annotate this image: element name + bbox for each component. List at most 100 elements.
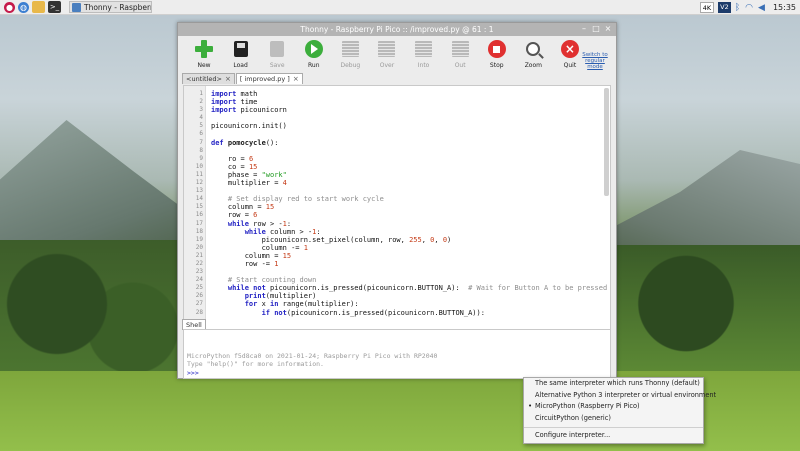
shell-panel[interactable]: MicroPython f5d8ca0 on 2021-01-24; Raspb… [183, 329, 611, 379]
code-line[interactable]: 9 ro = 6 [184, 155, 610, 163]
code-text: print(multiplier) [244, 292, 317, 301]
line-number: 1 [199, 90, 203, 97]
tab-untitled[interactable]: <untitled> × [182, 73, 235, 84]
zoom-label: Zoom [524, 62, 542, 69]
volume-icon[interactable]: ◀ [758, 3, 765, 13]
run-button[interactable]: Run [296, 39, 332, 69]
code-line[interactable]: 15 column = 15 [184, 203, 610, 211]
raspberry-menu-icon[interactable]: ● [4, 1, 15, 13]
save-button[interactable]: Save [259, 39, 295, 69]
thonny-app-icon [72, 2, 81, 12]
minimize-button[interactable]: – [579, 24, 589, 34]
code-line[interactable]: 18 while column > -1: [184, 228, 610, 236]
code-line[interactable]: 28 if not(picounicorn.is_pressed(picouni… [184, 309, 610, 317]
file-manager-icon[interactable] [32, 1, 45, 13]
wifi-icon[interactable]: ◠ [745, 3, 753, 13]
menu-separator [524, 427, 703, 428]
code-line[interactable]: 7 def pomocycle(): [184, 139, 610, 147]
code-editor[interactable]: 1 import math 2 import time 3 import picounic… [183, 85, 611, 335]
tab-improved-py[interactable]: [ improved.py ] × [235, 73, 303, 84]
step-over-button[interactable]: Over [369, 39, 405, 69]
menu-item-default-interpreter[interactable]: The same interpreter which runs Thonny (… [524, 378, 703, 390]
magnifier-icon [526, 42, 541, 56]
code-line[interactable]: 26 print(multiplier) [184, 292, 610, 300]
code-line[interactable]: 2 import time [184, 98, 610, 106]
menu-item-micropython-pico[interactable]: MicroPython (Raspberry Pi Pico) [524, 401, 703, 413]
code-text: if not(picounicorn.is_pressed(picounicor… [261, 308, 485, 317]
code-line[interactable]: 11 phase = "work" [184, 171, 610, 179]
shell-prompt[interactable]: >>> [187, 369, 199, 377]
menu-item-configure-interpreter[interactable]: Configure interpreter... [524, 430, 703, 442]
line-number: 7 [199, 138, 203, 146]
browser-icon[interactable]: ◍ [18, 1, 29, 13]
code-line[interactable]: 3 import picounicorn [184, 106, 610, 114]
zoom-button[interactable]: Zoom [515, 39, 551, 69]
new-button[interactable]: New [186, 39, 222, 69]
close-button[interactable]: × [603, 24, 613, 34]
code-line[interactable]: 17 while row > -1: [184, 220, 610, 228]
clock[interactable]: 15:35 [773, 3, 796, 12]
window-titlebar[interactable]: Thonny - Raspberry Pi Pico :: /improved.… [178, 23, 616, 36]
code-line[interactable]: 20 column -= 1 [184, 244, 610, 252]
line-number: 27 [195, 300, 203, 308]
code-line[interactable]: 16 row = 6 [184, 211, 610, 219]
code-line[interactable]: 1 import math [184, 90, 610, 98]
debug-button[interactable]: Debug [332, 39, 368, 69]
keyboard-layout-indicator[interactable]: 4K [699, 2, 715, 13]
load-button[interactable]: Load [223, 39, 259, 69]
interpreter-menu: The same interpreter which runs Thonny (… [523, 377, 716, 444]
window-title: Thonny - Raspberry Pi Pico :: /improved.… [300, 25, 494, 34]
code-line[interactable]: 10 co = 15 [184, 163, 610, 171]
stop-label: Stop [489, 62, 504, 69]
bluetooth-icon[interactable]: ᛒ [735, 3, 740, 13]
save-label: Save [269, 62, 285, 69]
line-number: 25 [195, 284, 203, 292]
line-number: 12 [195, 179, 203, 187]
run-label: Run [308, 62, 320, 69]
code-line[interactable]: 14 # Set display red to start work cycle [184, 195, 610, 203]
code-line[interactable]: 23 [184, 268, 610, 276]
code-line[interactable]: 6 [184, 130, 610, 138]
code-line[interactable]: 21 column = 15 [184, 252, 610, 260]
switch-to-regular-mode-link[interactable]: Switch to regular mode [578, 52, 612, 70]
code-text: multiplier = 4 [211, 179, 287, 188]
toolbar: New Load Save Run Debug Over Into Out St… [178, 36, 616, 72]
terminal-icon[interactable]: >_ [48, 1, 61, 13]
code-line[interactable]: 5 picounicorn.init() [184, 122, 610, 130]
tab-untitled-close-icon[interactable]: × [225, 75, 231, 83]
code-line[interactable]: 24 # Start counting down [184, 276, 610, 284]
code-line[interactable]: 25 while not picounicorn.is_pressed(pico… [184, 284, 610, 292]
line-number: 17 [195, 219, 203, 227]
line-number: 28 [195, 308, 203, 316]
step-into-icon [415, 41, 433, 57]
line-number: 3 [199, 106, 203, 114]
step-into-button[interactable]: Into [406, 39, 442, 69]
line-number: 10 [195, 162, 203, 170]
tab-improved-close-icon[interactable]: × [293, 75, 299, 83]
code-line[interactable]: 12 multiplier = 4 [184, 179, 610, 187]
menu-item-alternative-python[interactable]: Alternative Python 3 interpreter or virt… [524, 390, 716, 402]
editor-scrollbar[interactable] [604, 88, 609, 196]
stop-button[interactable]: Stop [479, 39, 515, 69]
code-text: co = 15 [211, 162, 258, 171]
vnc-icon[interactable]: V2 [718, 2, 731, 13]
code-line[interactable]: 8 [184, 147, 610, 155]
line-number: 20 [195, 243, 203, 251]
code-line[interactable]: 19 picounicorn.set_pixel(column, row, 25… [184, 236, 610, 244]
code-line[interactable]: 4 [184, 114, 610, 122]
menu-item-circuitpython[interactable]: CircuitPython (generic) [524, 413, 703, 425]
plus-icon [195, 40, 213, 58]
step-over-icon [378, 41, 396, 57]
code-line[interactable]: 13 [184, 187, 610, 195]
line-number: 8 [199, 146, 203, 154]
line-number: 4 [199, 114, 203, 122]
code-line[interactable]: 22 row -= 1 [184, 260, 610, 268]
line-number: 23 [195, 268, 203, 276]
step-out-button[interactable]: Out [442, 39, 478, 69]
taskbar-thonny-task[interactable]: Thonny - Raspberry ... [69, 1, 152, 13]
code-text: ro = 6 [211, 154, 254, 163]
maximize-button[interactable]: □ [591, 24, 601, 34]
code-line[interactable]: 27 for x in range(multiplier): [184, 300, 610, 308]
code-text: column = 15 [211, 251, 292, 260]
